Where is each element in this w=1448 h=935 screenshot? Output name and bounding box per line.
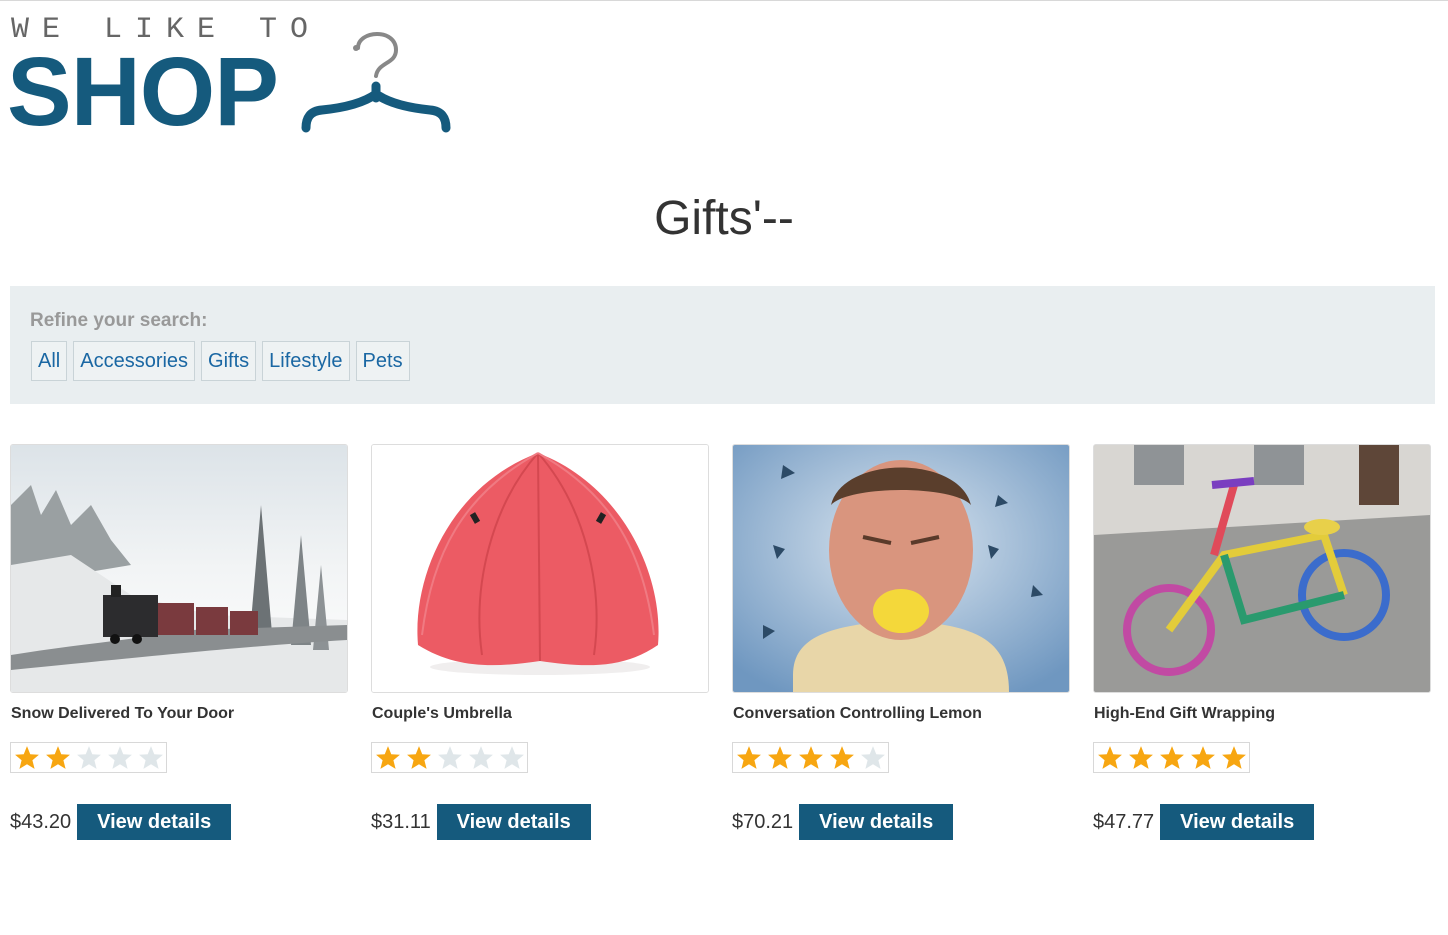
price-row: $47.77 View details <box>1093 804 1315 840</box>
star-icon <box>42 743 73 772</box>
product-name: Conversation Controlling Lemon <box>733 705 982 722</box>
price-row: $43.20 View details <box>10 804 232 840</box>
star-icon <box>1094 743 1125 772</box>
star-icon <box>496 743 527 772</box>
product-price: $47.77 <box>1093 810 1155 833</box>
filter-label: Refine your search: <box>30 310 208 331</box>
star-icon <box>1156 743 1187 772</box>
product-price: $70.21 <box>732 810 794 833</box>
star-icon <box>733 743 764 772</box>
product-image-lemon[interactable] <box>732 444 1070 693</box>
product-image-bike[interactable] <box>1093 444 1431 693</box>
price-row: $70.21 View details <box>732 804 954 840</box>
star-icon <box>135 743 166 772</box>
star-icon <box>372 743 403 772</box>
product-card: Snow Delivered To Your Door $43.20 View … <box>10 444 348 840</box>
rating-stars <box>732 742 889 773</box>
logo-wordmark: SHOP <box>7 37 279 146</box>
filter-link-lifestyle[interactable]: Lifestyle <box>262 341 350 381</box>
star-icon <box>73 743 104 772</box>
product-image-umbrella[interactable] <box>371 444 709 693</box>
star-icon <box>826 743 857 772</box>
view-details-button[interactable]: View details <box>1160 804 1315 840</box>
rating-stars <box>371 742 528 773</box>
product-image-snow-train[interactable] <box>10 444 348 693</box>
star-icon <box>1187 743 1218 772</box>
filter-link-pets[interactable]: Pets <box>355 341 410 381</box>
star-icon <box>1125 743 1156 772</box>
star-icon <box>857 743 888 772</box>
star-icon <box>764 743 795 772</box>
product-price: $43.20 <box>10 810 72 833</box>
view-details-button[interactable]: View details <box>799 804 954 840</box>
star-icon <box>104 743 135 772</box>
view-details-button[interactable]: View details <box>77 804 232 840</box>
product-card: High-End Gift Wrapping $47.77 View detai… <box>1093 444 1431 840</box>
filter-link-all[interactable]: All <box>31 341 68 381</box>
filter-panel: Refine your search: All Accessories Gift… <box>10 286 1435 404</box>
product-card: Conversation Controlling Lemon $70.21 Vi… <box>732 444 1070 840</box>
view-details-button[interactable]: View details <box>436 804 591 840</box>
filter-link-accessories[interactable]: Accessories <box>73 341 196 381</box>
star-icon <box>1218 743 1249 772</box>
filter-link-gifts[interactable]: Gifts <box>201 341 257 381</box>
star-icon <box>434 743 465 772</box>
product-name: Couple's Umbrella <box>372 705 512 722</box>
product-name: High-End Gift Wrapping <box>1094 705 1276 722</box>
product-price: $31.11 <box>371 810 431 833</box>
hanger-icon <box>301 32 451 133</box>
product-name: Snow Delivered To Your Door <box>11 705 235 722</box>
star-icon <box>465 743 496 772</box>
product-card: Couple's Umbrella $31.11 View details <box>371 444 709 840</box>
star-icon <box>403 743 434 772</box>
rating-stars <box>10 742 167 773</box>
site-logo[interactable]: WE LIKE TO SHOP <box>7 15 460 140</box>
rating-stars <box>1093 742 1250 773</box>
star-icon <box>11 743 42 772</box>
filter-links: All Accessories Gifts Lifestyle Pets <box>31 341 410 381</box>
price-row: $31.11 View details <box>371 804 591 840</box>
page-title: Gifts'-- <box>654 192 794 245</box>
star-icon <box>795 743 826 772</box>
